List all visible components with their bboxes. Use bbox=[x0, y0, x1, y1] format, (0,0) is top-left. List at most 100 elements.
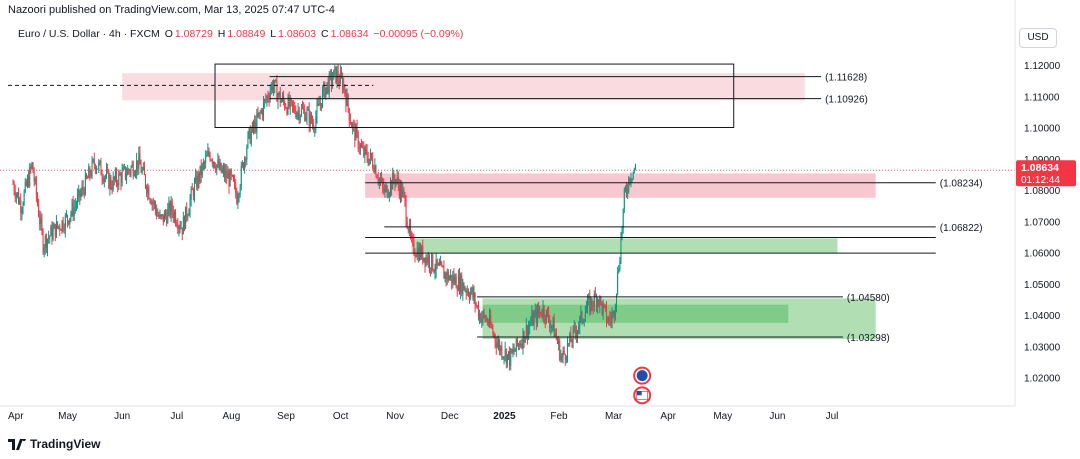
candle-body bbox=[175, 212, 177, 224]
candle-body bbox=[172, 211, 174, 219]
candle-body bbox=[376, 176, 378, 179]
candle-body bbox=[42, 230, 44, 253]
candle-body bbox=[420, 247, 422, 258]
x-tick-label: Aug bbox=[223, 411, 241, 422]
x-tick-label: Dec bbox=[441, 411, 459, 422]
candle-body bbox=[234, 180, 236, 184]
candle-body bbox=[114, 171, 116, 180]
candle-body bbox=[49, 236, 51, 238]
candle-body bbox=[226, 170, 228, 179]
candle-body bbox=[88, 167, 90, 179]
candle-body bbox=[255, 121, 257, 132]
candle-body bbox=[462, 282, 464, 294]
candle-body bbox=[90, 175, 92, 177]
level-label: (1.08234) bbox=[940, 179, 983, 190]
candle-body bbox=[452, 275, 454, 284]
candle-body bbox=[513, 349, 515, 352]
y-tick-label: 1.08000 bbox=[1024, 186, 1061, 197]
candle-body bbox=[279, 91, 281, 103]
candle-body bbox=[536, 307, 538, 324]
candle-body bbox=[129, 170, 131, 173]
candle-body bbox=[386, 185, 388, 197]
candle-body bbox=[32, 162, 34, 173]
candle-body bbox=[247, 132, 249, 148]
candle-body bbox=[318, 103, 320, 106]
candle-body bbox=[104, 176, 106, 178]
candle-body bbox=[198, 173, 200, 182]
candle-body bbox=[510, 349, 512, 366]
candle-body bbox=[446, 271, 448, 280]
pink-zone bbox=[365, 173, 876, 198]
candle-body bbox=[216, 164, 218, 171]
candle-body bbox=[190, 188, 192, 200]
candle-body bbox=[260, 110, 262, 113]
candle-body bbox=[237, 197, 239, 204]
candle-body bbox=[65, 215, 67, 217]
candle-body bbox=[345, 93, 347, 106]
candle-body bbox=[297, 110, 299, 113]
candle-body bbox=[388, 193, 390, 196]
candle-body bbox=[235, 183, 237, 194]
candle-body bbox=[618, 270, 620, 272]
candle-body bbox=[447, 271, 449, 281]
candle-body bbox=[248, 128, 250, 133]
candle-body bbox=[562, 350, 564, 357]
candle-body bbox=[75, 204, 77, 206]
candle-body bbox=[543, 306, 545, 318]
candle-body bbox=[549, 320, 551, 329]
price-chart[interactable]: (1.11628) (1.10926) (1.08234) (1.06822) (1.0… bbox=[0, 0, 1080, 459]
candle-body bbox=[131, 164, 133, 168]
candle-body bbox=[177, 225, 179, 230]
candle-body bbox=[552, 318, 554, 326]
candle-body bbox=[73, 206, 75, 216]
candle-body bbox=[335, 66, 337, 83]
y-tick-label: 1.12000 bbox=[1024, 61, 1061, 72]
candle-body bbox=[365, 146, 367, 151]
candle-body bbox=[54, 224, 56, 237]
candle-body bbox=[620, 236, 622, 262]
candle-body bbox=[307, 109, 309, 111]
tradingview-footer[interactable]: TradingView bbox=[8, 437, 100, 451]
candle-body bbox=[24, 181, 26, 192]
candle-body bbox=[626, 188, 628, 193]
candle-body bbox=[275, 80, 277, 82]
candle-body bbox=[293, 105, 295, 107]
candle-body bbox=[62, 220, 64, 230]
candle-body bbox=[103, 177, 105, 182]
event-icons-layer bbox=[633, 366, 652, 405]
candle-body bbox=[502, 357, 504, 359]
candle-body bbox=[209, 154, 211, 160]
candle-body bbox=[205, 156, 207, 163]
candle-body bbox=[183, 216, 185, 229]
candle-body bbox=[70, 213, 72, 219]
candle-body bbox=[186, 206, 188, 218]
candle-body bbox=[522, 330, 524, 348]
candle-body bbox=[165, 212, 167, 216]
candle-body bbox=[78, 189, 80, 196]
candle-body bbox=[242, 162, 244, 170]
candle-body bbox=[587, 299, 589, 309]
candle-body bbox=[139, 153, 141, 165]
candle-body bbox=[218, 160, 220, 169]
candle-body bbox=[152, 201, 154, 204]
candle-body bbox=[491, 325, 493, 329]
candle-body bbox=[525, 325, 527, 338]
candle-body bbox=[289, 98, 291, 108]
x-tick-label: Jun bbox=[769, 411, 785, 422]
candle-body bbox=[51, 226, 53, 240]
candle-body bbox=[526, 325, 528, 338]
candle-body bbox=[387, 195, 389, 197]
candle-body bbox=[432, 254, 434, 271]
candle-body bbox=[308, 109, 310, 126]
candle-body bbox=[214, 162, 216, 168]
candle-body bbox=[166, 215, 168, 224]
candle-body bbox=[45, 236, 47, 249]
candle-body bbox=[426, 256, 428, 263]
candle-body bbox=[378, 178, 380, 182]
candle-body bbox=[212, 162, 214, 164]
candle-body bbox=[539, 311, 541, 313]
x-tick-label: May bbox=[58, 411, 77, 422]
candle-body bbox=[197, 173, 199, 188]
zones-layer bbox=[122, 73, 876, 340]
candle-body bbox=[369, 153, 371, 159]
